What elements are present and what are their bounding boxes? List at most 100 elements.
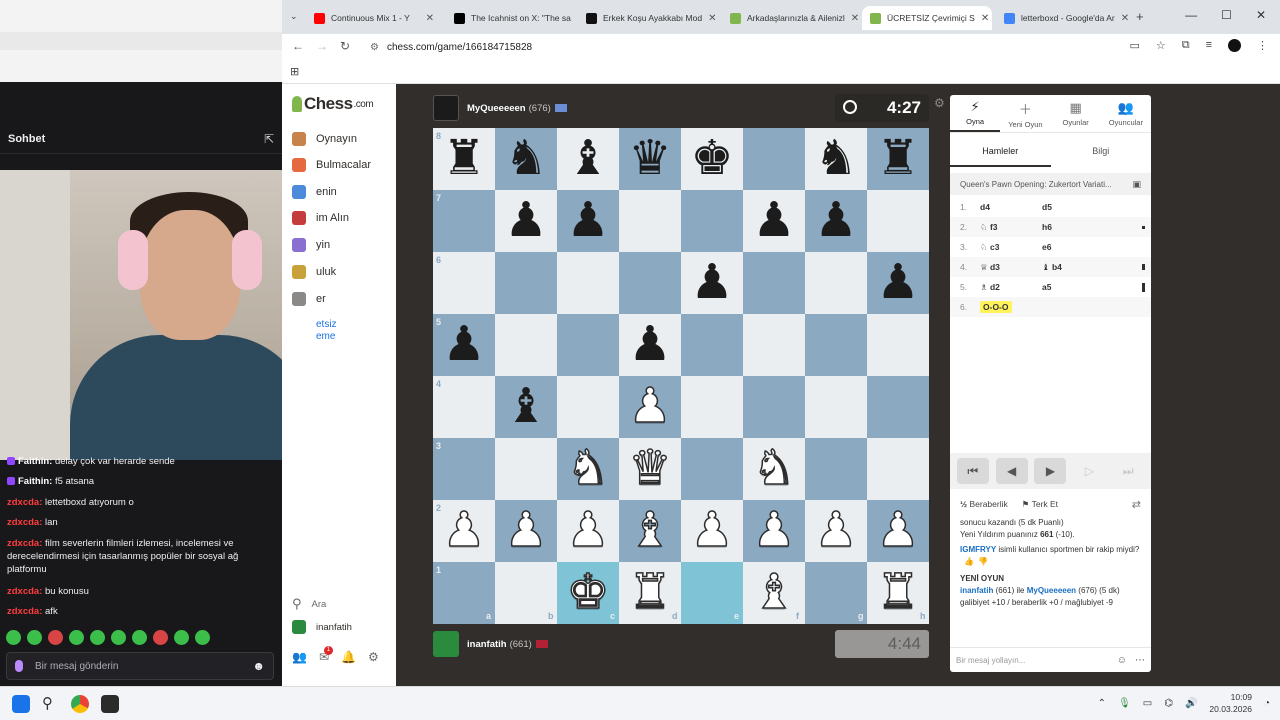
panel-tab[interactable]: 👥 Oyuncular [1101, 95, 1151, 132]
more-icon[interactable]: ⋯ [1135, 655, 1145, 666]
square-a6[interactable] [433, 252, 495, 314]
emote-icon[interactable] [132, 630, 147, 645]
apps-grid-icon[interactable]: ⊞ [290, 65, 299, 78]
play-button[interactable]: ▶ [1034, 458, 1067, 484]
network-icon[interactable]: ⌬ [1164, 698, 1173, 709]
flip-board-icon[interactable]: ⇄ [1132, 498, 1141, 511]
black-pawn-icon[interactable]: ♟ [619, 314, 681, 376]
menu-icon[interactable]: ⋮ [1257, 39, 1268, 52]
browser-tab[interactable]: Erkek Koşu Ayakkabı Mod ✕ [578, 6, 718, 30]
forward-icon[interactable]: → [316, 39, 328, 53]
square-b6[interactable] [495, 252, 557, 314]
url-field[interactable]: ⚙ chess.com/game/166184715828 [370, 37, 1130, 57]
book-icon[interactable]: ▣ [1132, 179, 1141, 190]
user-profile-nav[interactable]: inanfatih [292, 620, 352, 634]
chat-username[interactable]: Faithin: [18, 476, 52, 487]
volume-icon[interactable]: 🔊 [1185, 698, 1197, 709]
square-f5[interactable] [743, 314, 805, 376]
square-b3[interactable] [495, 438, 557, 500]
white-pawn-icon[interactable]: ♟ [557, 500, 619, 562]
square-g6[interactable] [805, 252, 867, 314]
square-a4[interactable] [433, 376, 495, 438]
black-pawn-icon[interactable]: ♟ [557, 190, 619, 252]
close-tab-icon[interactable]: ✕ [1115, 13, 1129, 24]
opening-name[interactable]: Queen's Pawn Opening: Zukertort Variati.… [960, 180, 1112, 189]
tab-search-icon[interactable]: ⌄ [290, 11, 298, 22]
emote-icon[interactable] [111, 630, 126, 645]
emote-icon[interactable] [90, 630, 105, 645]
tray-arrow-icon[interactable]: ⌃ [1098, 698, 1106, 709]
game-chat-input[interactable]: Bir mesaj yollayın... ☺ ⋯ [950, 647, 1151, 672]
square-h5[interactable] [867, 314, 929, 376]
black-move[interactable]: ♝ b4 [1042, 262, 1104, 273]
browser-tab[interactable]: Arkadaşlarınızla & Ailenizl ✕ [722, 6, 858, 30]
emote-icon[interactable] [195, 630, 210, 645]
reload-icon[interactable]: ↻ [340, 39, 350, 53]
black-knight-icon[interactable]: ♞ [495, 128, 557, 190]
board-settings-icon[interactable]: ⚙ [934, 96, 945, 110]
square-a3[interactable] [433, 438, 495, 500]
first-move-button[interactable]: ⏮ [956, 458, 989, 484]
popout-icon[interactable]: ⇱ [264, 132, 274, 146]
minimize-icon[interactable]: — [1185, 8, 1197, 28]
next-move-button[interactable]: ▷ [1073, 458, 1105, 484]
black-pawn-icon[interactable]: ♟ [805, 190, 867, 252]
black-knight-icon[interactable]: ♞ [805, 128, 867, 190]
maximize-icon[interactable]: ☐ [1221, 8, 1232, 28]
opponent-name[interactable]: MyQueeeeen [467, 103, 526, 114]
white-pawn-icon[interactable]: ♟ [867, 500, 929, 562]
close-window-icon[interactable]: ✕ [1256, 8, 1266, 28]
black-move[interactable]: h6 [1042, 222, 1104, 232]
last-move-button[interactable]: ⏭ [1112, 458, 1144, 484]
player-avatar[interactable] [433, 631, 459, 657]
stream-chat-input[interactable]: Bir mesaj gönderin ☻ [6, 652, 274, 680]
square-f6[interactable] [743, 252, 805, 314]
white-bishop-icon[interactable]: ♝ [743, 562, 805, 624]
square-f4[interactable] [743, 376, 805, 438]
square-e4[interactable] [681, 376, 743, 438]
white-move[interactable]: d4 [980, 202, 1042, 212]
square-c4[interactable] [557, 376, 619, 438]
white-pawn-icon[interactable]: ♟ [619, 376, 681, 438]
white-rook-icon[interactable]: ♜ [867, 562, 929, 624]
windows-start-icon[interactable] [12, 695, 30, 713]
clock[interactable]: 10:09 20.03.2026 [1209, 691, 1252, 715]
chat-username[interactable]: Faithin: [18, 456, 52, 467]
black-move[interactable]: a5 [1042, 282, 1104, 292]
square-d6[interactable] [619, 252, 681, 314]
black-king-icon[interactable]: ♚ [681, 128, 743, 190]
settings-icon[interactable]: ⚙ [368, 650, 379, 664]
resign-button[interactable]: ⚑ Terk Et [1022, 499, 1058, 510]
white-knight-icon[interactable]: ♞ [557, 438, 619, 500]
white-rook-icon[interactable]: ♜ [619, 562, 681, 624]
white-move[interactable]: ♘ f3 [980, 222, 1042, 233]
square-c6[interactable] [557, 252, 619, 314]
notifications-icon[interactable]: ◔ [1264, 698, 1270, 709]
black-rook-icon[interactable]: ♜ [867, 128, 929, 190]
black-pawn-icon[interactable]: ♟ [867, 252, 929, 314]
close-tab-icon[interactable]: ✕ [975, 13, 989, 24]
browser-tab[interactable]: letterboxd - Google'da Ar ✕ [996, 6, 1132, 30]
emote-icon[interactable] [48, 630, 63, 645]
search-nav[interactable]: ⚲ Ara [292, 596, 326, 612]
browser-tab[interactable]: The Icahnist on X: "The sa✕ [446, 6, 574, 30]
white-king-icon[interactable]: ♚ [557, 562, 619, 624]
white-move[interactable]: ♕ d3 [980, 262, 1042, 273]
emote-icon[interactable] [6, 630, 21, 645]
white-pawn-icon[interactable]: ♟ [805, 500, 867, 562]
white-queen-icon[interactable]: ♛ [619, 438, 681, 500]
chat-username[interactable]: zdxcda: [7, 606, 42, 617]
sidebar-item[interactable]: er [292, 292, 326, 306]
white-move[interactable]: O-O-O [980, 301, 1042, 313]
black-bishop-icon[interactable]: ♝ [557, 128, 619, 190]
white-pawn-icon[interactable]: ♟ [743, 500, 805, 562]
extensions-icon[interactable]: ⧉ [1182, 39, 1190, 52]
display-icon[interactable]: ▭ [1143, 698, 1152, 709]
white-bishop-icon[interactable]: ♝ [619, 500, 681, 562]
white-move[interactable]: ♘ c3 [980, 242, 1042, 253]
new-tab-icon[interactable]: + [1136, 9, 1144, 24]
square-h4[interactable] [867, 376, 929, 438]
promo-link[interactable]: etsiz eme [292, 319, 337, 343]
black-move[interactable]: d5 [1042, 202, 1104, 212]
white-move[interactable]: ♗ d2 [980, 282, 1042, 293]
